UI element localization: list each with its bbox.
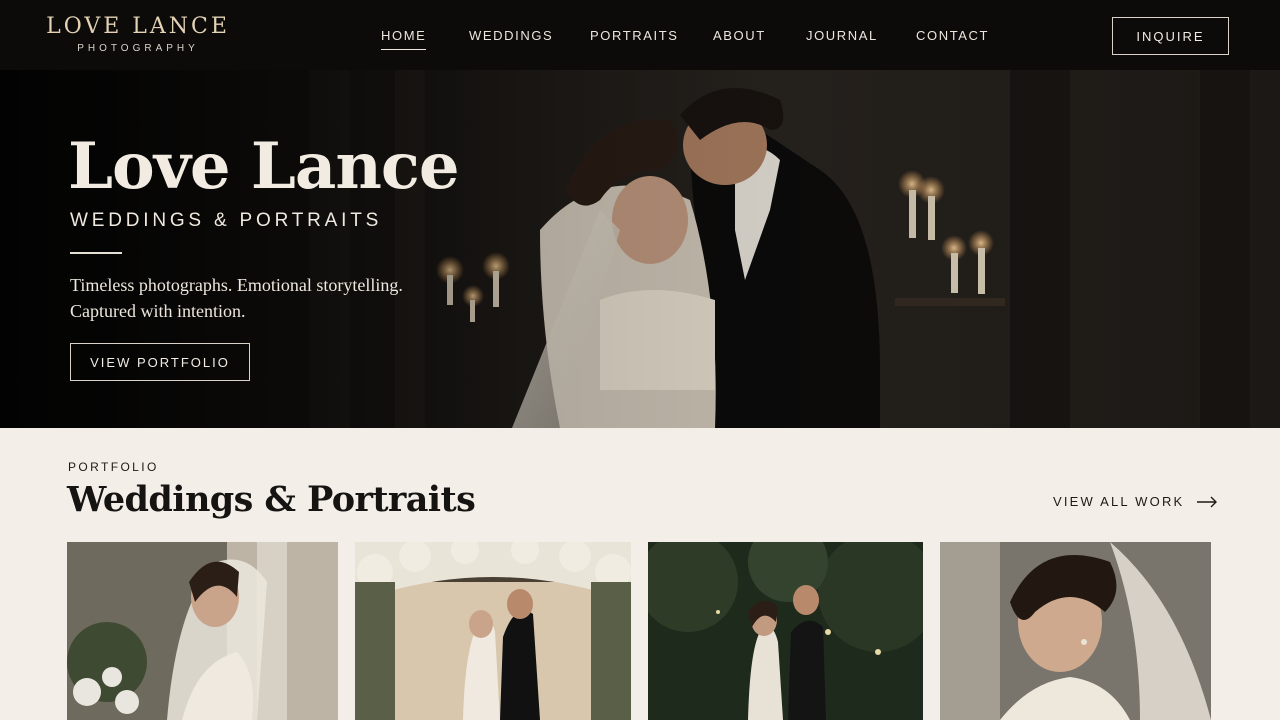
portfolio-thumb-bride-portrait[interactable] (940, 542, 1211, 720)
hero-tagline: Timeless photographs. Emotional storytel… (70, 272, 430, 324)
hero-title: Love Lance (68, 129, 460, 204)
portfolio-thumb-forest-couple[interactable] (648, 542, 923, 720)
view-portfolio-button[interactable]: VIEW PORTFOLIO (70, 343, 250, 381)
hero-tagline-line-2: Captured with intention. (70, 301, 246, 321)
logo-tagline: PHOTOGRAPHY (77, 43, 199, 54)
view-all-label: VIEW ALL WORK (1053, 494, 1185, 509)
portfolio-eyebrow: PORTFOLIO (68, 460, 159, 474)
nav-contact[interactable]: CONTACT (916, 28, 989, 43)
view-all-work-link[interactable]: VIEW ALL WORK (1053, 494, 1218, 509)
portfolio-thumb-bride-garden[interactable] (67, 542, 338, 720)
forest-couple-photo (648, 542, 923, 720)
hero-subtitle: WEDDINGS & PORTRAITS (70, 210, 383, 231)
top-nav: LOVE LANCE PHOTOGRAPHY HOME WEDDINGS POR… (0, 0, 1280, 70)
bride-portrait-photo (940, 542, 1211, 720)
inquire-button[interactable]: INQUIRE (1112, 17, 1229, 55)
nav-portraits[interactable]: PORTRAITS (590, 28, 679, 43)
portfolio-thumb-floral-arch[interactable] (355, 542, 631, 720)
hero-divider (70, 252, 122, 254)
nav-home[interactable]: HOME (381, 28, 427, 50)
hero-banner: Love Lance WEDDINGS & PORTRAITS Timeless… (0, 70, 1280, 428)
floral-arch-photo (355, 542, 631, 720)
hero-text: Love Lance WEDDINGS & PORTRAITS Timeless… (68, 129, 460, 381)
hero-tagline-line-1: Timeless photographs. Emotional storytel… (70, 275, 403, 295)
nav-about[interactable]: ABOUT (713, 28, 766, 43)
bride-garden-photo (67, 542, 338, 720)
logo[interactable]: LOVE LANCE PHOTOGRAPHY (43, 14, 233, 54)
nav-journal[interactable]: JOURNAL (806, 28, 878, 43)
logo-wordmark: LOVE LANCE (46, 14, 230, 39)
arrow-right-icon (1197, 496, 1218, 507)
portfolio-title: Weddings & Portraits (67, 479, 476, 520)
nav-weddings[interactable]: WEDDINGS (469, 28, 553, 43)
